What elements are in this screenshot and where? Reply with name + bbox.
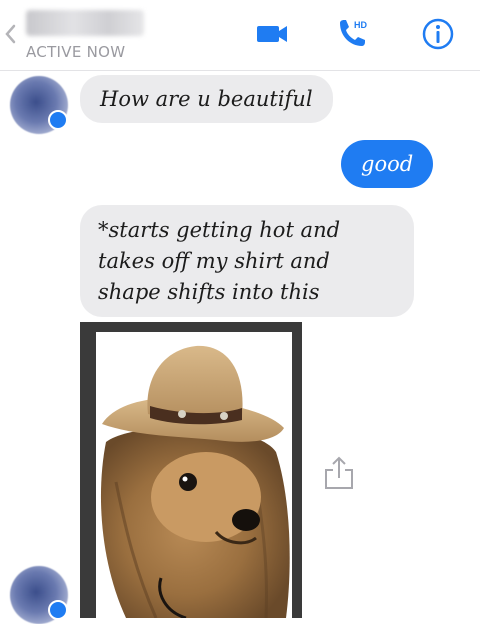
info-icon[interactable] [420, 16, 456, 52]
contact-name-redacted[interactable] [26, 10, 144, 36]
chevron-left-icon[interactable] [4, 22, 18, 46]
shared-photo[interactable] [80, 322, 302, 618]
photo-content [96, 332, 292, 618]
hd-badge: HD [354, 20, 367, 30]
chat-header: ACTIVE NOW HD [0, 0, 480, 71]
incoming-message[interactable]: How are u beautiful [80, 75, 333, 123]
incoming-message[interactable]: *starts getting hot and takes off my shi… [80, 205, 414, 317]
phone-hd-icon[interactable]: HD [334, 16, 370, 52]
video-camera-icon[interactable] [254, 16, 290, 52]
outgoing-message[interactable]: good [341, 140, 434, 188]
messenger-badge-icon [48, 110, 68, 130]
active-status: ACTIVE NOW [26, 43, 126, 61]
dog-in-cowboy-hat-image [96, 332, 292, 618]
share-icon[interactable] [322, 454, 356, 492]
messenger-badge-icon [48, 600, 68, 620]
